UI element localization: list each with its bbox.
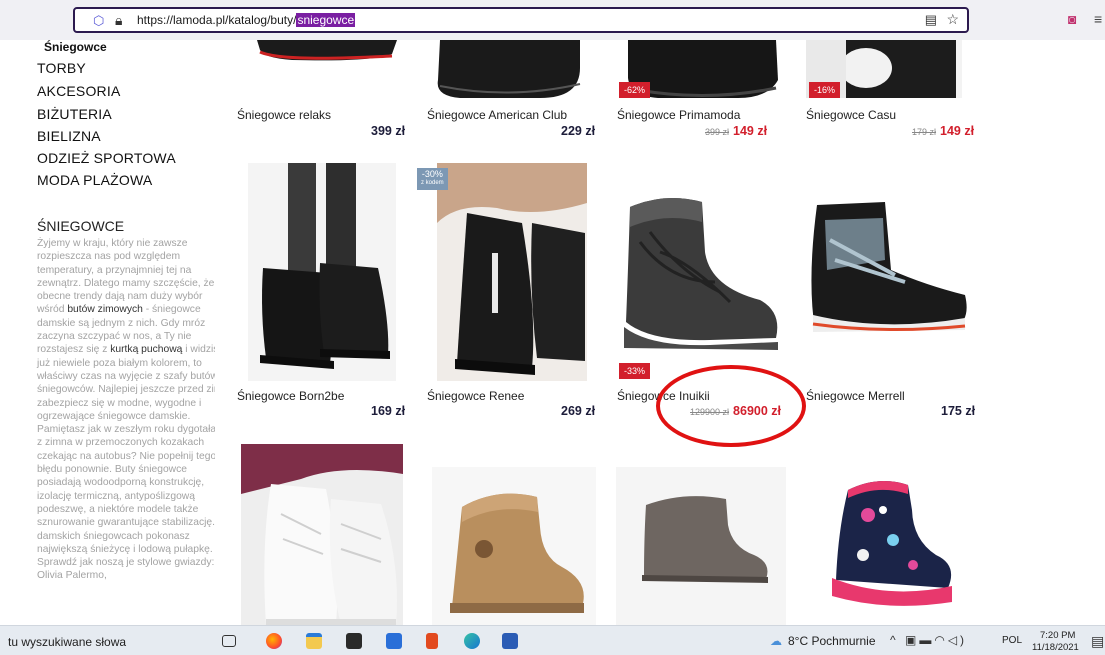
discount-badge: -33% xyxy=(619,363,651,379)
discount-badge: -16% xyxy=(809,82,841,98)
clock-time[interactable]: 7:20 PM xyxy=(1040,630,1075,641)
seo-link-down-jacket[interactable]: kurtką puchową xyxy=(110,344,182,355)
mail-icon[interactable] xyxy=(386,633,402,649)
weather-text: 8°C Pochmurnie xyxy=(788,634,876,648)
product-image[interactable] xyxy=(252,40,402,64)
product-name[interactable]: Śniegowce Renee xyxy=(427,389,524,403)
product-image[interactable] xyxy=(430,40,590,100)
annotation-circle xyxy=(656,365,806,447)
product-image[interactable] xyxy=(248,163,396,381)
language-indicator[interactable]: POL xyxy=(1002,635,1022,646)
clock-date[interactable]: 11/18/2021 xyxy=(1032,642,1079,653)
product-name[interactable]: Śniegowce Merrell xyxy=(806,389,905,403)
sidebar-item-odziez-sportowa[interactable]: ODZIEŻ SPORTOWA xyxy=(37,150,176,166)
firefox-icon[interactable] xyxy=(266,633,282,649)
reader-view-icon[interactable]: ▤ xyxy=(925,12,937,28)
windows-taskbar: tu wyszukiwane słowa ☁ 8°C Pochmurnie ^ ▣… xyxy=(0,625,1105,655)
url-text[interactable]: https://lamoda.pl/katalog/buty/sniegowce xyxy=(137,12,356,28)
chevron-up-icon[interactable]: ^ xyxy=(890,633,899,647)
lock-icon[interactable]: 🔒︎ xyxy=(115,11,129,29)
sidebar-item-torby[interactable]: TORBY xyxy=(37,60,86,76)
badge-percent: -30% xyxy=(421,169,443,179)
office-icon[interactable] xyxy=(426,633,438,649)
product-price: 229 zł xyxy=(561,124,596,138)
product-price: 269 zł xyxy=(561,404,596,418)
store-icon[interactable] xyxy=(346,633,362,649)
product-image[interactable] xyxy=(616,467,786,625)
sidebar: Śniegowce TORBY AKCESORIA BIŻUTERIA BIEL… xyxy=(0,40,215,625)
product-price: 179 zł 149 zł xyxy=(912,124,974,138)
product-image[interactable] xyxy=(805,200,971,335)
system-tray[interactable]: ^ ▣▬◠◁) xyxy=(890,633,967,647)
network-icon[interactable]: ▣ xyxy=(905,633,919,647)
sidebar-item-sniegowce[interactable]: Śniegowce xyxy=(44,40,107,54)
notification-icon[interactable]: ▤ xyxy=(1091,633,1104,650)
product-price: 399 zł 149 zł xyxy=(705,124,767,138)
product-name[interactable]: Śniegowce American Club xyxy=(427,108,567,122)
url-prefix: https://lamoda.pl/katalog/buty/ xyxy=(137,13,297,27)
sidebar-item-bielizna[interactable]: BIELIZNA xyxy=(37,128,101,144)
product-name[interactable]: Śniegowce relaks xyxy=(237,108,331,122)
weather-widget[interactable]: ☁ 8°C Pochmurnie xyxy=(770,634,876,648)
pocket-icon[interactable]: ◙ xyxy=(1068,11,1076,27)
product-price: 175 zł xyxy=(941,404,976,418)
wifi-icon[interactable]: ◠ xyxy=(934,633,947,647)
product-image[interactable] xyxy=(808,470,968,625)
volume-icon[interactable]: ◁) xyxy=(948,633,967,647)
browser-toolbar: ⬡ 🔒︎ https://lamoda.pl/katalog/buty/snie… xyxy=(0,0,1105,40)
bookmark-star-icon[interactable]: ☆ xyxy=(946,11,959,28)
seo-link-winter-boots[interactable]: butów zimowych xyxy=(67,304,143,315)
task-view-icon[interactable] xyxy=(222,635,236,647)
badge-code-label: z kodem xyxy=(421,180,444,186)
seo-description: Żyjemy w kraju, który nie zawsze rozpies… xyxy=(37,237,215,583)
old-price: 179 zł xyxy=(912,127,937,137)
product-name[interactable]: Śniegowce Born2be xyxy=(237,389,344,403)
word-icon[interactable] xyxy=(502,633,518,649)
taskbar-search-input[interactable]: tu wyszukiwane słowa xyxy=(8,635,126,649)
product-name[interactable]: Śniegowce Primamoda xyxy=(617,108,740,122)
product-image[interactable] xyxy=(620,182,782,352)
product-price: 399 zł xyxy=(371,124,406,138)
discount-badge: -62% xyxy=(619,82,651,98)
sidebar-item-moda-plazowa[interactable]: MODA PLAŻOWA xyxy=(37,172,152,188)
seo-title: ŚNIEGOWCE xyxy=(37,218,125,234)
old-price: 399 zł xyxy=(705,127,730,137)
cloud-icon: ☁ xyxy=(770,634,782,648)
shield-icon[interactable]: ⬡ xyxy=(93,13,107,28)
product-image[interactable] xyxy=(437,163,587,381)
address-bar[interactable]: ⬡ 🔒︎ https://lamoda.pl/katalog/buty/snie… xyxy=(73,7,969,33)
url-highlight: sniegowce xyxy=(296,13,356,27)
edge-icon[interactable] xyxy=(464,633,480,649)
product-image[interactable] xyxy=(432,467,596,625)
sale-price: 149 zł xyxy=(940,124,975,138)
code-discount-badge: -30% z kodem xyxy=(417,168,448,190)
sale-price: 149 zł xyxy=(733,124,768,138)
sidebar-item-akcesoria[interactable]: AKCESORIA xyxy=(37,83,121,99)
product-name[interactable]: Śniegowce Casu xyxy=(806,108,896,122)
sidebar-item-bizuteria[interactable]: BIŻUTERIA xyxy=(37,106,112,122)
product-image[interactable] xyxy=(241,444,403,625)
file-explorer-icon[interactable] xyxy=(306,633,322,649)
product-price: 169 zł xyxy=(371,404,406,418)
battery-icon[interactable]: ▬ xyxy=(919,633,934,647)
seo-text-part: i widzisz już niewiele poza białym kolor… xyxy=(37,344,215,582)
menu-icon[interactable]: ≡ xyxy=(1094,11,1102,27)
